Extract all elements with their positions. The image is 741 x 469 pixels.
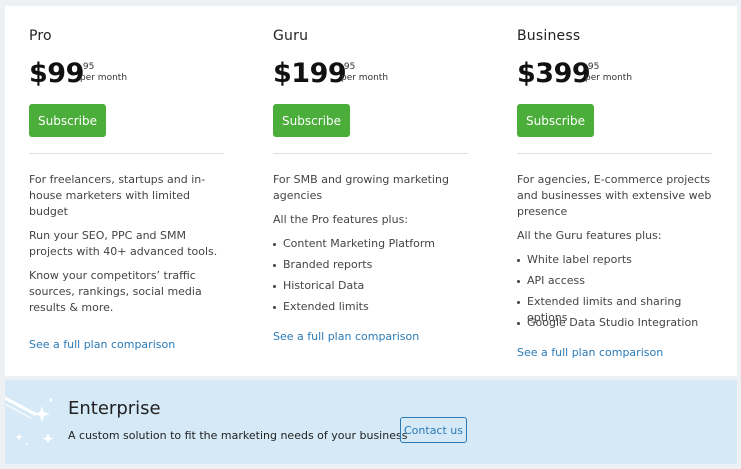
plan-comparison-link[interactable]: See a full plan comparison: [273, 329, 419, 345]
divider: [517, 153, 712, 154]
feature-item: Extended limits and sharing options: [517, 294, 717, 324]
divider: [273, 153, 468, 154]
plan-detail: All the Guru features plus:: [517, 229, 662, 242]
price-cents: .95: [585, 62, 600, 72]
price-amount: $199: [273, 58, 347, 89]
plan-detail: Know your competitors’ traffic sources, …: [29, 269, 202, 314]
enterprise-subtitle: A custom solution to fit the marketing n…: [68, 429, 408, 442]
subscribe-button-pro[interactable]: Subscribe: [29, 104, 106, 137]
plan-name: Business: [517, 28, 581, 44]
price-suffix: .95 per month: [341, 63, 388, 83]
price-amount: $399: [517, 58, 591, 89]
price-suffix: .95 per month: [80, 63, 127, 83]
plan-name: Pro: [29, 28, 52, 44]
sparkle-wand-icon: [5, 396, 54, 445]
price-period: per month: [80, 73, 128, 83]
price-amount: $99: [29, 58, 84, 89]
enterprise-title: Enterprise: [68, 398, 161, 419]
feature-item: Google Data Studio Integration: [517, 315, 717, 336]
feature-list: Content Marketing Platform Branded repor…: [273, 236, 473, 320]
plan-audience: For agencies, E-commerce projects and bu…: [517, 173, 712, 218]
price-cents: .95: [80, 62, 95, 72]
feature-item: White label reports: [517, 252, 717, 273]
price-cents: .95: [341, 62, 356, 72]
plan-description: For freelancers, startups and in-house m…: [29, 172, 229, 353]
feature-item: Branded reports: [273, 257, 473, 278]
plan-audience: For SMB and growing marketing agencies: [273, 173, 449, 202]
price-suffix: .95 per month: [585, 63, 632, 83]
feature-item: Content Marketing Platform: [273, 236, 473, 257]
pricing-card: Pro $99 .95 per month Subscribe For free…: [5, 6, 737, 376]
plan-price: $399 .95 per month: [517, 56, 632, 92]
plan-detail: All the Pro features plus:: [273, 213, 409, 226]
plan-description: For SMB and growing marketing agencies A…: [273, 172, 473, 345]
price-period: per month: [341, 73, 389, 83]
subscribe-button-business[interactable]: Subscribe: [517, 104, 594, 137]
plan-price: $99 .95 per month: [29, 56, 127, 92]
subscribe-button-guru[interactable]: Subscribe: [273, 104, 350, 137]
plan-audience: For freelancers, startups and in-house m…: [29, 173, 206, 218]
feature-list: White label reports API access Extended …: [517, 252, 717, 336]
plan-comparison-link[interactable]: See a full plan comparison: [517, 345, 663, 361]
enterprise-banner: Enterprise A custom solution to fit the …: [5, 380, 737, 464]
plan-detail: Run your SEO, PPC and SMM projects with …: [29, 229, 218, 258]
plan-price: $199 .95 per month: [273, 56, 388, 92]
plan-comparison-link[interactable]: See a full plan comparison: [29, 337, 175, 353]
plan-description: For agencies, E-commerce projects and bu…: [517, 172, 717, 361]
feature-item: Extended limits: [273, 299, 473, 320]
plan-name: Guru: [273, 28, 309, 44]
feature-item: Historical Data: [273, 278, 473, 299]
contact-us-button[interactable]: Contact us: [400, 417, 467, 443]
divider: [29, 153, 224, 154]
feature-item: API access: [517, 273, 717, 294]
price-period: per month: [585, 73, 633, 83]
